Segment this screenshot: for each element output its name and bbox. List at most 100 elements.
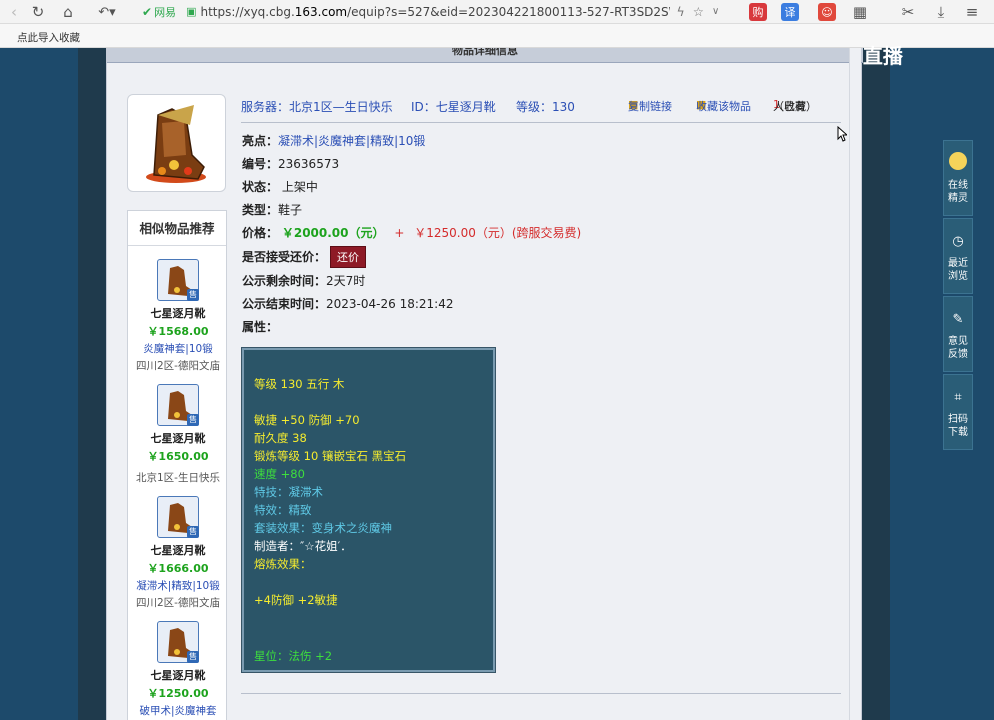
highlight-value: 凝滞术|炎魔神套|精致|10锻: [278, 134, 426, 148]
home-icon[interactable]: ⌂: [58, 2, 78, 22]
similar-item-thumb[interactable]: 售: [157, 496, 199, 538]
number-value: 23636573: [278, 157, 340, 171]
scrollbar[interactable]: [849, 48, 861, 720]
similar-item-tags: 凝滞术|精致|10锻: [136, 580, 220, 592]
end-time-value: 2023-04-26 18:21:42: [326, 297, 454, 311]
url-text: https://xyq.cbg.163.com/equip?s=527&eid=…: [200, 4, 670, 19]
cross-server-fee: ￥1250.00（元）: [414, 226, 512, 240]
item-detail-page: 物品详细信息 相似物品推荐 售 七星逐月靴 ￥1568.00 炎魔神套|10锻 …: [106, 48, 863, 720]
similar-items-panel: 相似物品推荐 售 七星逐月靴 ￥1568.00 炎魔神套|10锻 四川2区-德阳…: [127, 210, 227, 720]
import-bookmarks-link[interactable]: 点此导入收藏: [17, 30, 80, 45]
similar-item-price: ￥1650.00: [147, 450, 209, 463]
similar-item-server: 四川2区-德阳文庙: [136, 360, 220, 372]
shield-icon: ✔: [142, 4, 153, 19]
refresh-icon[interactable]: ↻: [28, 2, 48, 22]
attr-line: +4防御 +2敏捷: [254, 593, 338, 607]
bottom-divider: [241, 693, 841, 694]
attr-line: 熔炼效果：: [254, 557, 312, 571]
site-label: 网易: [154, 5, 177, 19]
item-image: [127, 94, 226, 192]
attr-line: 锻炼等级 10 镶嵌宝石 黑宝石: [254, 449, 407, 463]
float-scan-download[interactable]: ⌗ 扫码 下载: [943, 374, 973, 450]
lightning-icon[interactable]: ϟ: [676, 4, 684, 19]
type-value: 鞋子: [278, 203, 303, 217]
remain-time-row: 公示剩余时间：2天7时: [242, 274, 366, 288]
similar-item-price: ￥1568.00: [147, 325, 209, 338]
attr-line: 星位：法伤 +2: [254, 649, 333, 663]
haggle-row: 是否接受还价： 还价: [242, 246, 367, 268]
menu-icon[interactable]: ≡: [962, 2, 982, 22]
item-id-label: ID：七星逐月靴: [411, 100, 496, 114]
similar-item[interactable]: 售 七星逐月靴 ￥1568.00 炎魔神套|10锻 四川2区-德阳文庙: [128, 259, 228, 373]
price-value: ￥2000.00（元）: [281, 226, 385, 240]
browser-toolbar: ‹ ↻ ⌂ ↶▾ ✔ 网易 ▣ https://xyq.cbg.163.com/…: [0, 0, 994, 24]
similar-item-thumb[interactable]: 售: [157, 259, 199, 301]
attr-line: 敏捷 +50 防御 +70: [254, 413, 360, 427]
sell-badge: 售: [187, 526, 199, 538]
similar-item-name[interactable]: 七星逐月靴: [128, 305, 228, 321]
game-ext-icon[interactable]: ☺: [818, 3, 836, 21]
similar-item-price: ￥1666.00: [147, 562, 209, 575]
attr-line: 等级 130 五行 木: [254, 377, 345, 391]
page-side-left: [78, 48, 106, 720]
price-row: 价格： ￥2000.00（元） + ￥1250.00（元）(跨服交易费): [242, 226, 582, 240]
similar-item-server: 四川2区-德阳文庙: [136, 597, 220, 609]
attr-line: 特技：凝滞术: [254, 485, 323, 499]
end-time-row: 公示结束时间：2023-04-26 18:21:42: [242, 297, 454, 311]
sell-badge: 售: [187, 289, 199, 301]
attr-line: 特效：精致: [254, 503, 312, 517]
highlight-row: 亮点：凝滞术|炎魔神套|精致|10锻: [242, 134, 426, 148]
similar-item-thumb[interactable]: 售: [157, 621, 199, 663]
similar-item-tags: 破甲术|炎魔神套: [139, 705, 217, 717]
lock-icon: ▣: [186, 5, 197, 18]
server-label: 服务器：北京1区—生日快乐: [241, 100, 393, 114]
scissors-icon[interactable]: ✂: [896, 2, 920, 22]
number-row: 编号：23636573: [242, 157, 340, 171]
similar-item-name[interactable]: 七星逐月靴: [128, 542, 228, 558]
haggle-button[interactable]: 还价: [330, 246, 367, 268]
shop-ext-icon[interactable]: 购: [749, 3, 767, 21]
grid-icon[interactable]: ▦: [851, 2, 869, 22]
float-recent-browse[interactable]: ◷ 最近 浏览: [943, 218, 973, 294]
star-icon[interactable]: ☆: [693, 4, 704, 19]
float-online-sprite[interactable]: 在线 精灵: [943, 140, 973, 216]
page-title: 物品详细信息: [107, 48, 863, 63]
similar-item-tags: 炎魔神套|10锻: [143, 343, 213, 355]
similar-items-title: 相似物品推荐: [128, 211, 226, 246]
attributes-label-row: 属性：: [242, 320, 279, 334]
chevron-down-icon[interactable]: ∨: [712, 6, 719, 17]
similar-item-server: 北京1区-生日快乐: [136, 472, 220, 484]
sell-badge: 售: [187, 414, 199, 426]
similar-item-price: ￥1250.00: [147, 687, 209, 700]
attr-line: 套装效果：变身术之炎魔神: [254, 521, 392, 535]
type-row: 类型：鞋子: [242, 203, 303, 217]
page-side-right: [862, 48, 890, 720]
sell-badge: 售: [187, 651, 199, 663]
status-row: 状态： 上架中: [242, 180, 318, 194]
float-feedback[interactable]: ✎ 意见 反馈: [943, 296, 973, 372]
attr-line: 速度 +80: [254, 467, 305, 481]
level-label: 等级：130: [516, 100, 575, 114]
attr-line: 制造者：″☆花姐′．: [254, 539, 352, 553]
similar-item[interactable]: 售 七星逐月靴 ￥1250.00 破甲术|炎魔神套: [128, 621, 228, 718]
clock-icon: ◷: [952, 233, 964, 249]
status-value: 上架中: [281, 180, 318, 194]
undo-icon[interactable]: ↶▾: [92, 2, 122, 22]
download-icon[interactable]: ⤓: [932, 2, 950, 22]
mouse-cursor-icon: [837, 126, 847, 142]
similar-item[interactable]: 售 七星逐月靴 ￥1666.00 凝滞术|精致|10锻 四川2区-德阳文庙: [128, 496, 228, 610]
back-icon[interactable]: ‹: [6, 2, 22, 22]
similar-item-name[interactable]: 七星逐月靴: [128, 430, 228, 446]
sprite-icon: [944, 151, 972, 171]
similar-item[interactable]: 售 七星逐月靴 ￥1650.00 北京1区-生日快乐: [128, 384, 228, 485]
address-bar[interactable]: ✔ 网易 ▣ https://xyq.cbg.163.com/equip?s=5…: [142, 1, 734, 22]
attr-line: 耐久度 38: [254, 431, 307, 445]
similar-item-name[interactable]: 七星逐月靴: [128, 667, 228, 683]
attributes-box: 等级 130 五行 木 敏捷 +50 防御 +70 耐久度 38 锻炼等级 10…: [242, 348, 495, 672]
qr-icon: ⌗: [954, 389, 962, 405]
edit-icon: ✎: [952, 311, 964, 327]
translate-ext-icon[interactable]: 译: [781, 3, 799, 21]
similar-item-thumb[interactable]: 售: [157, 384, 199, 426]
header-divider: [241, 122, 841, 123]
remain-time-value: 2天7时: [326, 274, 366, 288]
